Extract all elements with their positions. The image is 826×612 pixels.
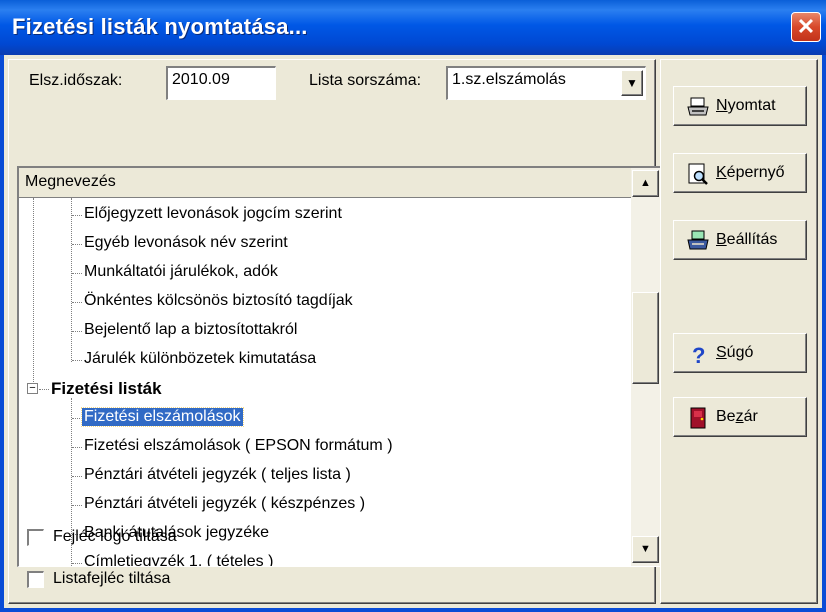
tree-item[interactable]: Fizetési elszámolások ( EPSON formátum )	[19, 433, 631, 462]
tree-item-label: Önkéntes kölcsönös biztosító tagdíjak	[84, 292, 353, 309]
tree-item[interactable]: Bejelentő lap a biztosítottakról	[19, 317, 631, 346]
preview-magnifier-icon	[688, 163, 708, 185]
tree-connector	[72, 302, 82, 303]
tree-connector	[72, 244, 82, 245]
tree-item-label: Fizetési listák	[51, 379, 162, 398]
tree-connector	[72, 273, 82, 274]
tree-connector	[72, 505, 82, 506]
list-header-label: Listafejléc tiltása	[53, 570, 171, 587]
list-number-value: 1.sz.elszámolás	[452, 71, 566, 88]
scroll-down-icon[interactable]: ▼	[632, 536, 659, 563]
close-button-label: Bezár	[716, 408, 758, 425]
tree-connector	[72, 418, 82, 419]
tree-item-label: Pénztári átvételi jegyzék ( készpénzes )	[84, 495, 366, 512]
printer-settings-icon	[687, 230, 709, 250]
print-button-label: Nyomtat	[716, 97, 776, 114]
window-title: Fizetési listák nyomtatása...	[12, 14, 308, 39]
tree-connector	[72, 563, 82, 564]
settings-button[interactable]: Beállítás	[673, 220, 807, 260]
svg-text:?: ?	[692, 343, 705, 366]
tree-connector	[72, 215, 82, 216]
tree-item-label: Fizetési elszámolások ( EPSON formátum )	[84, 437, 393, 454]
period-label: Elsz.időszak:	[29, 72, 123, 89]
tree-scrollbar[interactable]: ▲ ▼	[631, 168, 660, 566]
screen-button-label: Képernyő	[716, 164, 785, 181]
help-button-label: Súgó	[716, 344, 754, 361]
collapse-icon[interactable]: −	[27, 383, 38, 394]
tree-connector	[72, 360, 82, 361]
header-logo-label: Fejléc logó tiltása	[53, 528, 177, 545]
tree-group-item[interactable]: − Fizetési listák	[19, 375, 631, 404]
door-exit-icon	[690, 407, 706, 429]
chevron-down-icon[interactable]: ▼	[621, 70, 643, 96]
tree-connector	[72, 331, 82, 332]
scroll-thumb[interactable]	[632, 292, 659, 384]
report-tree[interactable]: Megnevezés Előjegyzett levonások jogcím …	[17, 166, 661, 567]
window-frame-left	[0, 55, 4, 612]
tree-item-label: Előjegyzett levonások jogcím szerint	[84, 205, 342, 222]
screen-preview-button[interactable]: Képernyő	[673, 153, 807, 193]
header-logo-checkbox[interactable]	[27, 529, 44, 546]
tree-item[interactable]: Önkéntes kölcsönös biztosító tagdíjak	[19, 288, 631, 317]
tree-item[interactable]: Pénztári átvételi jegyzék ( készpénzes )	[19, 491, 631, 520]
scroll-up-icon[interactable]: ▲	[632, 170, 659, 197]
help-button[interactable]: ? Súgó	[673, 333, 807, 373]
tree-item-label: Címletjegyzék 1. ( tételes )	[84, 553, 274, 567]
tree-item-label: Munkáltatói járulékok, adók	[84, 263, 278, 280]
period-input[interactable]: 2010.09	[166, 66, 276, 100]
print-button[interactable]: Nyomtat	[673, 86, 807, 126]
tree-item-label: Fizetési elszámolások	[81, 407, 244, 427]
tree-item-label: Járulék különbözetek kimutatása	[84, 350, 317, 367]
close-window-button[interactable]: ✕	[791, 12, 821, 42]
list-number-select[interactable]: 1.sz.elszámolás ▼	[446, 66, 646, 100]
tree-connector	[72, 476, 82, 477]
tree-item[interactable]: Pénztári átvételi jegyzék ( teljes lista…	[19, 462, 631, 491]
tree-item-label: Pénztári átvételi jegyzék ( teljes lista…	[84, 466, 351, 483]
tree-column-header[interactable]: Megnevezés	[19, 168, 631, 198]
tree-item[interactable]: Címletjegyzék 1. ( tételes )	[19, 549, 631, 567]
tree-item-label: Bejelentő lap a biztosítottakról	[84, 321, 298, 338]
list-header-checkbox[interactable]	[27, 571, 44, 588]
settings-button-label: Beállítás	[716, 231, 778, 248]
tree-item[interactable]: Egyéb levonások név szerint	[19, 230, 631, 259]
tree-item[interactable]: Járulék különbözetek kimutatása	[19, 346, 631, 375]
tree-item[interactable]: Előjegyzett levonások jogcím szerint	[19, 201, 631, 230]
list-number-label: Lista sorszáma:	[309, 72, 422, 89]
window-frame-right	[822, 55, 826, 612]
printer-icon	[687, 97, 709, 116]
tree-connector	[72, 447, 82, 448]
print-payroll-dialog: Fizetési listák nyomtatása... ✕ Elsz.idő…	[0, 0, 826, 612]
tree-item[interactable]: Munkáltatói járulékok, adók	[19, 259, 631, 288]
close-button[interactable]: Bezár	[673, 397, 807, 437]
tree-connector	[39, 389, 49, 390]
title-bar[interactable]: Fizetési listák nyomtatása... ✕	[0, 0, 826, 55]
tree-item[interactable]: Fizetési elszámolások	[19, 404, 631, 433]
main-panel: Elsz.időszak: 2010.09 Lista sorszáma: 1.…	[8, 59, 661, 604]
question-mark-icon: ?	[692, 343, 705, 366]
tree-item-label: Egyéb levonások név szerint	[84, 234, 288, 251]
action-panel: Nyomtat Képernyő Beállítás ? Súgó Bezár	[660, 59, 818, 604]
window-frame-bottom	[0, 608, 826, 612]
